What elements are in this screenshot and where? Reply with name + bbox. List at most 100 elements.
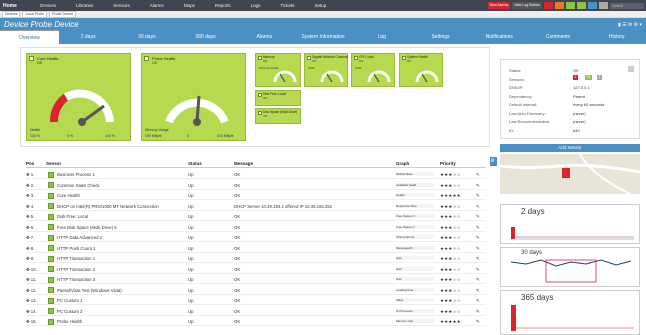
table-row[interactable]: ✥ 8. HTTP Push Count 1 Up OK Messages/hr ★★★☆… <box>26 244 486 253</box>
table-row[interactable]: ✥ 11. HTTP Transaction 3 Up OK Sum ★★★☆☆ ✎ <box>26 275 486 284</box>
sensor-mini-graph[interactable]: Free Space C: <box>396 224 434 229</box>
col-pos[interactable]: Pos <box>26 161 34 166</box>
qr-code-icon[interactable] <box>628 66 634 72</box>
sensor-mini-graph[interactable]: Memory Usa <box>396 319 434 323</box>
tab-365-days[interactable]: 365 days <box>176 30 235 44</box>
edit-icon[interactable]: ✎ <box>476 172 480 178</box>
table-row[interactable]: ✥ 12. Paessl/Vista Test (Windows Vista) Up… <box>26 286 486 295</box>
nav-item-setup[interactable]: Setup <box>314 3 326 8</box>
small-gauge[interactable]: Disk Space (Multi Drive) OK <box>255 108 301 124</box>
edit-icon[interactable]: ✎ <box>476 298 480 304</box>
tab-30-days[interactable]: 30 days <box>117 30 176 44</box>
table-row[interactable]: ✥ 5. Disk Free: Local Up OK Free Space C: ★★★… <box>26 212 486 221</box>
sensor-mini-graph[interactable]: Messages/hr <box>396 245 434 250</box>
col-sensor[interactable]: Sensor <box>46 161 61 166</box>
nav-item-alarms[interactable]: Alarms <box>150 3 164 8</box>
sensor-name-link[interactable]: Probe Health <box>57 319 82 324</box>
edit-icon[interactable]: ✎ <box>476 225 480 231</box>
small-gauge[interactable]: Memory OK Percent Availa <box>255 53 301 87</box>
sensor-name-link[interactable]: DHCP on Intel(R) PRO/1000 MT Network Con… <box>57 204 159 209</box>
edit-icon[interactable]: ✎ <box>476 256 480 262</box>
table-row[interactable]: ✥ 13. PC Custom 1 Up OK Value ★★★☆☆ ✎ <box>26 296 486 305</box>
tab-history[interactable]: History <box>587 30 646 44</box>
priority-stars[interactable]: ★★★☆☆ <box>440 309 461 315</box>
sensor-mini-graph[interactable]: Global State <box>396 172 434 176</box>
table-row[interactable]: ✥ 3. Core Health Up OK Health ★★★★★ ✎ <box>26 191 486 200</box>
add-sensor-button[interactable]: Add Sensor <box>500 144 640 152</box>
nav-item-tickets[interactable]: Tickets <box>280 3 294 8</box>
sensor-mini-graph[interactable]: Free Space C: <box>396 214 434 218</box>
priority-stars[interactable]: ★★★☆☆ <box>440 214 461 220</box>
sensor-mini-graph[interactable]: Health <box>396 193 434 197</box>
sensor-name-link[interactable]: Business Process 1 <box>57 172 95 177</box>
priority-stars[interactable]: ★★★☆☆ <box>440 225 461 231</box>
priority-stars[interactable]: ★★★☆☆ <box>440 235 461 241</box>
edit-icon[interactable]: ✎ <box>476 183 480 189</box>
sensor-mini-graph[interactable]: Sum <box>396 266 434 271</box>
col-priority[interactable]: Priority <box>440 161 456 166</box>
col-status[interactable]: Status <box>188 161 202 166</box>
status-badge[interactable] <box>588 2 597 9</box>
table-row[interactable]: ✥ 14. PC Custom 2 Up OK % Processor ★★★☆☆ ✎ <box>26 307 486 316</box>
status-badge[interactable] <box>555 2 564 9</box>
priority-stars[interactable]: ★★★☆☆ <box>440 172 461 178</box>
sensor-mini-graph[interactable]: Loading time <box>396 287 434 292</box>
status-badge[interactable]: New Alarms <box>487 2 511 9</box>
sensor-name-link[interactable]: Disk Free: Local <box>57 214 88 219</box>
sensor-name-link[interactable]: Paessl/Vista Test (Windows Vista) <box>57 288 122 293</box>
nav-item-libraries[interactable]: Libraries <box>76 3 93 8</box>
priority-stars[interactable]: ★★★☆☆ <box>440 267 461 273</box>
graph-30-days[interactable]: 30 days <box>500 247 640 287</box>
page-tools[interactable]: ▮ ☰ ✉ ⚙ ▾ <box>618 22 642 28</box>
graph-365-days[interactable]: 365 days <box>500 290 640 335</box>
edit-icon[interactable]: ✎ <box>476 319 480 325</box>
sensor-mini-graph[interactable]: Value <box>396 298 434 302</box>
tab-settings[interactable]: Settings <box>411 30 470 44</box>
sensor-mini-graph[interactable]: Sum <box>396 277 434 281</box>
nav-item-sensors[interactable]: Sensors <box>113 3 130 8</box>
nav-item-maps[interactable]: Maps <box>184 3 195 8</box>
sensor-name-link[interactable]: Free Disk Space (Multi Drive) 5 <box>57 225 117 230</box>
nav-item-reports[interactable]: Reports <box>215 3 231 8</box>
sensor-name-link[interactable]: HTTP Transaction 2 <box>57 267 95 272</box>
table-row[interactable]: ✥ 4. DHCP on Intel(R) PRO/1000 MT Network… <box>26 202 486 211</box>
geo-map[interactable] <box>500 154 640 194</box>
nav-item-devices[interactable]: Devices <box>40 3 56 8</box>
tab-2-days[interactable]: 2 days <box>59 30 118 44</box>
sensor-name-link[interactable]: PC Custom 2 <box>57 309 83 314</box>
sensor-count-badge[interactable]: 1 <box>597 75 602 80</box>
edit-icon[interactable]: ✎ <box>476 288 480 294</box>
edit-icon[interactable]: ✎ <box>476 267 480 273</box>
col-message[interactable]: Message <box>234 161 253 166</box>
breadcrumb-item[interactable]: Probe Device <box>49 10 77 18</box>
small-gauge[interactable]: CPU Load OK Total <box>351 53 395 87</box>
sensor-mini-graph[interactable]: Available SaaS <box>396 182 434 187</box>
home-link[interactable]: Home <box>0 3 28 9</box>
priority-stars[interactable]: ★★★☆☆ <box>440 204 461 210</box>
col-graph[interactable]: Graph <box>396 161 409 166</box>
table-row[interactable]: ✥ 6. Free Disk Space (Multi Drive) 5 Up OK F… <box>26 223 486 232</box>
breadcrumb-item[interactable]: Devices <box>2 10 21 18</box>
sensor-name-link[interactable]: PC Custom 1 <box>57 298 83 303</box>
sensor-name-link[interactable]: Core Health <box>57 193 80 198</box>
sensor-mini-graph[interactable]: Response Time <box>396 203 434 208</box>
small-gauge[interactable]: Gigabit Network Connecti... OK Total <box>304 53 348 87</box>
edit-icon[interactable]: ✎ <box>476 246 480 252</box>
priority-stars[interactable]: ★★★☆☆ <box>440 288 461 294</box>
sensor-name-link[interactable]: HTTP Transaction 1 <box>57 256 95 261</box>
edit-icon[interactable]: ✎ <box>476 277 480 283</box>
priority-stars[interactable]: ★★★☆☆ <box>440 246 461 252</box>
sensor-count-badge[interactable]: 1 <box>573 75 578 80</box>
tab-alarms[interactable]: Alarms <box>235 30 294 44</box>
edit-icon[interactable]: ✎ <box>476 235 480 241</box>
table-row[interactable]: ✥ 1. Business Process 1 Up OK Global State ★★… <box>26 170 486 179</box>
priority-stars[interactable]: ★★★☆☆ <box>440 183 461 189</box>
priority-stars[interactable]: ★★★☆☆ <box>440 256 461 262</box>
status-badge[interactable] <box>566 2 575 9</box>
status-badge[interactable] <box>577 2 586 9</box>
sensor-count-badge[interactable]: 34 <box>585 75 592 80</box>
core-health-gauge[interactable]: Core Health OK Health 100 % 0 % 100 % <box>26 53 131 141</box>
sensor-name-link[interactable]: Common SaaS Check <box>57 183 100 188</box>
breadcrumb-item[interactable]: Local Probe <box>22 10 48 18</box>
priority-stars[interactable]: ★★★★★ <box>440 193 461 199</box>
